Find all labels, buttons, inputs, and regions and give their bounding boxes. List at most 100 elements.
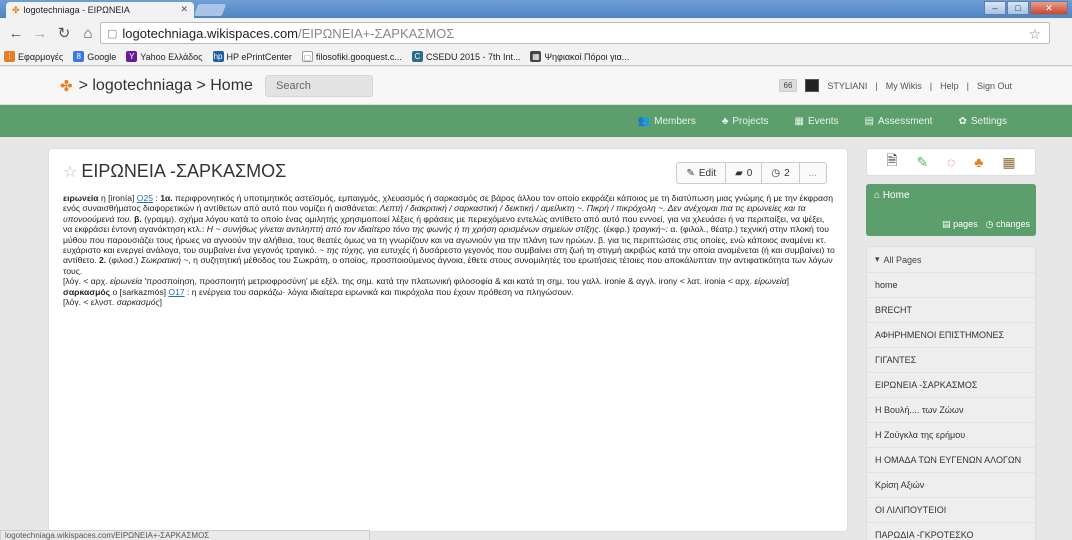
home-icon[interactable]: ⌂	[80, 25, 96, 42]
page-icon: ▢	[107, 27, 118, 40]
page-title: ☆ ΕΙΡΩΝΕΙΑ -ΣΑΡΚΑΣΜΟΣ	[63, 161, 287, 182]
bookmark-yahoo[interactable]: Y Yahoo Ελλάδος	[126, 51, 203, 62]
list-item[interactable]: ΠΑΡΩΔΙΑ -ΓΚΡΟΤΕΣΚΟ	[867, 523, 1035, 540]
username[interactable]: STYLIANI	[827, 81, 867, 91]
bookmark-google[interactable]: 8 Google	[73, 51, 116, 62]
list-item[interactable]: Η Ζούγκλα της ερήμου	[867, 423, 1035, 448]
nav-projects[interactable]: ♣ Projects	[722, 116, 769, 127]
new-tab-button[interactable]	[193, 4, 227, 16]
pencil-icon: ✎	[686, 167, 695, 179]
list-item[interactable]: BRECHT	[867, 298, 1035, 323]
chevron-down-icon: ▾	[875, 254, 880, 264]
window-close-button[interactable]: ✕	[1030, 1, 1068, 15]
search-input[interactable]: Search	[265, 75, 373, 97]
nav-members[interactable]: 👥 Members	[638, 116, 696, 127]
wiki-header: ✤ > logotechniaga > Home Search 66 STYLI…	[0, 67, 1072, 105]
hp-icon: hp	[212, 51, 224, 62]
more-button[interactable]: ...	[799, 162, 827, 184]
sidebar-toolbar: 🗎 ✎ ◌ ♣ ▦	[866, 148, 1036, 176]
reload-icon[interactable]: ↻	[56, 24, 72, 42]
user-bar: 66 STYLIANI | My Wikis | Help | Sign Out	[778, 79, 1012, 92]
window-controls: – □ ✕	[984, 1, 1068, 15]
new-page-icon[interactable]: 🗎	[886, 150, 897, 174]
avatar[interactable]	[805, 79, 820, 92]
site-favicon-icon: ✤	[12, 4, 20, 15]
wikispaces-logo-icon: ✤	[60, 78, 73, 95]
site-logo[interactable]: ✤ > logotechniaga > Home	[60, 77, 253, 95]
list-item[interactable]: ΟΙ ΛΙΛΙΠΟΥΤΕΙΟΙ	[867, 498, 1035, 523]
url-host: logotechniaga.wikispaces.com	[122, 25, 299, 41]
bookmark-psifiakoi[interactable]: ▦ Ψηφιακοί Πόροι για...	[530, 51, 629, 62]
bookmark-apps[interactable]: ⁞ Εφαρμογές	[4, 51, 63, 62]
list-item[interactable]: home	[867, 273, 1035, 298]
list-item[interactable]: Η Βουλή.... των Ζώων	[867, 398, 1035, 423]
sitemap-icon[interactable]: ♣	[974, 154, 983, 170]
pages-link[interactable]: ▤ pages	[942, 219, 978, 230]
discussion-icon[interactable]: ◌	[947, 154, 955, 170]
changes-link[interactable]: ◷ changes	[986, 219, 1030, 230]
etymology-sarkasmos: [λόγ. < ελνστ. σαρκασμός]	[63, 297, 163, 308]
resource-icon: ▦	[530, 51, 542, 62]
page-icon: ▢	[301, 51, 313, 62]
sidebar: 🗎 ✎ ◌ ♣ ▦ ⌂ Home ▤ pages ◷ changes ▾ All …	[866, 148, 1036, 540]
csedu-icon: C	[411, 51, 423, 62]
my-wikis-link[interactable]: My Wikis	[886, 81, 922, 91]
comments-button[interactable]: ▰ 0	[726, 162, 763, 184]
bookmark-hp[interactable]: hp HP ePrintCenter	[212, 51, 292, 62]
list-item[interactable]: Κρίση Αξιών	[867, 473, 1035, 498]
minimize-button[interactable]: –	[984, 1, 1006, 15]
list-item[interactable]: ΑΦΗΡΗΜΕΝΟΙ ΕΠΙΣΤΗΜΟΝΕΣ	[867, 323, 1035, 348]
definition-sarkasmos: σαρκασμός ο [sarkazmós] Ο17 : η ενέργεια…	[63, 286, 574, 297]
members-icon: 👥	[637, 115, 651, 127]
assessment-icon: ▤	[864, 115, 874, 127]
url-path: /ΕΙΡΩΝΕΙΑ+-ΣΑΡΚΑΣΜΟΣ	[298, 25, 455, 41]
list-item[interactable]: ΕΙΡΩΝΕΙΑ -ΣΑΡΚΑΣΜΟΣ	[867, 373, 1035, 398]
browser-toolbar: ← → ↻ ⌂ ▢ logotechniaga.wikispaces.com /…	[0, 18, 1072, 48]
notification-badge[interactable]: 66	[778, 79, 798, 92]
browser-tab[interactable]: ✤ logotechniaga - ΕΙΡΩΝΕΙΑ ✕	[6, 2, 194, 18]
bookmark-csedu[interactable]: C CSEDU 2015 - 7th Int...	[411, 51, 520, 62]
calendar-icon[interactable]: ▦	[1002, 154, 1015, 171]
tab-title: logotechniaga - ΕΙΡΩΝΕΙΑ	[23, 5, 130, 15]
maximize-button[interactable]: □	[1007, 1, 1029, 15]
list-item[interactable]: ΓΙΓΑΝΤΕΣ	[867, 348, 1035, 373]
site-breadcrumb: > logotechniaga > Home	[78, 77, 253, 94]
google-icon: 8	[73, 51, 85, 62]
clock-icon: ◷	[771, 167, 781, 179]
ref-link-o17[interactable]: Ο17	[168, 287, 184, 297]
help-link[interactable]: Help	[940, 81, 959, 91]
close-icon[interactable]: ✕	[180, 4, 188, 15]
apps-grid-icon: ⁞	[4, 51, 15, 62]
edit-button[interactable]: ✎ Edit	[676, 162, 727, 184]
bookmarks-bar: ⁞ Εφαρμογές 8 Google Y Yahoo Ελλάδος hp HP e…	[0, 48, 1072, 66]
all-pages-toggle[interactable]: ▾ All Pages	[867, 247, 1035, 273]
comment-icon: ▰	[735, 167, 743, 179]
gear-icon: ✿	[958, 115, 967, 127]
forward-arrow-icon[interactable]: →	[32, 25, 48, 42]
home-box[interactable]: ⌂ Home ▤ pages ◷ changes	[866, 184, 1036, 236]
favorite-star-icon[interactable]: ☆	[63, 162, 77, 182]
page-icon: ▤	[942, 219, 951, 229]
address-bar[interactable]: ▢ logotechniaga.wikispaces.com /ΕΙΡΩΝΕΙΑ…	[100, 22, 1050, 44]
attachment-icon[interactable]: ✎	[917, 154, 929, 171]
nav-assessment[interactable]: ▤ Assessment	[865, 116, 933, 127]
nav-events[interactable]: ▦ Events	[795, 116, 839, 127]
wiki-nav: 👥 Members ♣ Projects ▦ Events ▤ Assessment ✿…	[0, 105, 1072, 137]
bookmark-filosofiki[interactable]: ▢ filosofiki.gooquest.c...	[301, 51, 402, 62]
sign-out-link[interactable]: Sign Out	[977, 81, 1012, 91]
list-item[interactable]: Η ΟΜΑΔΑ ΤΩΝ ΕΥΓΕΝΩΝ ΑΛΟΓΩΝ	[867, 448, 1035, 473]
page-actions: ✎ Edit ▰ 0 ◷ 2 ...	[676, 162, 827, 184]
bookmark-star-icon[interactable]: ☆	[1028, 26, 1041, 43]
home-icon: ⌂	[874, 190, 881, 201]
clock-icon: ◷	[985, 219, 994, 229]
ref-link-o25[interactable]: Ο25	[137, 193, 153, 203]
projects-icon: ♣	[721, 115, 729, 127]
status-bar: logotechniaga.wikispaces.com/ΕΙΡΩΝΕΙΑ+-Σ…	[0, 530, 370, 540]
calendar-icon: ▦	[794, 115, 804, 127]
yahoo-icon: Y	[126, 51, 138, 62]
back-arrow-icon[interactable]: ←	[8, 25, 24, 42]
definition-eironeia: ειρωνεία η [ironía] Ο25 : 1α. περιφρονητ…	[63, 193, 835, 276]
nav-settings[interactable]: ✿ Settings	[958, 116, 1007, 127]
revisions-button[interactable]: ◷ 2	[762, 162, 800, 184]
browser-titlebar: ✤ logotechniaga - ΕΙΡΩΝΕΙΑ ✕ – □ ✕	[0, 0, 1072, 18]
